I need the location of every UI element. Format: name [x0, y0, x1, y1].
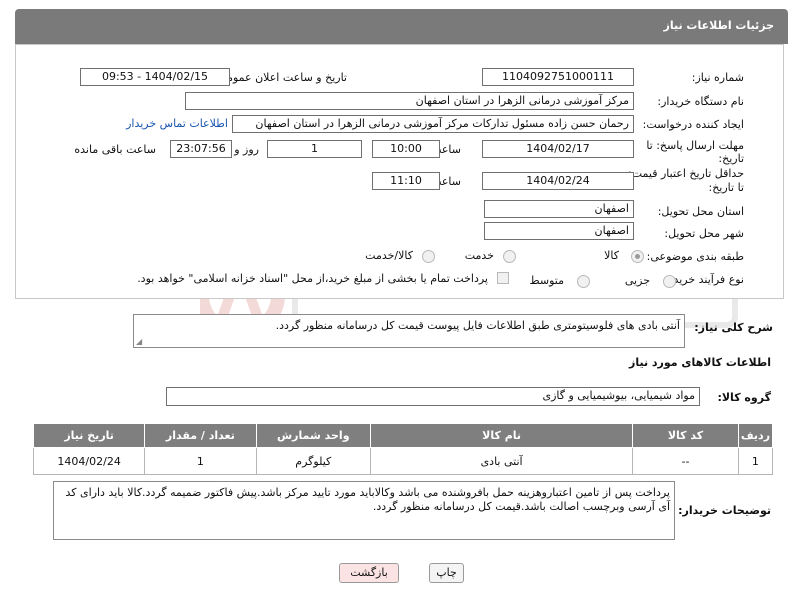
print-button[interactable]: چاپ	[429, 563, 464, 583]
cell-name: آنتی بادی	[370, 447, 634, 475]
cell-row: 1	[737, 447, 774, 475]
category-option-goods-service: کالا/خدمت	[365, 249, 413, 262]
goods-group-field: مواد شیمیایی، بیوشیمیایی و گازی	[166, 387, 700, 406]
category-option-goods: کالا	[604, 249, 619, 262]
description-textarea[interactable]: آنتی بادی های فلوسیتومتری طبق اطلاعات فا…	[133, 314, 685, 348]
days-field: 1	[267, 140, 362, 158]
deadline-time-field: 10:00	[372, 140, 440, 158]
process-radio-minor[interactable]	[663, 275, 676, 288]
process-option-minor: جزیی	[624, 274, 650, 287]
need-number-label: شماره نیاز:	[691, 71, 744, 84]
city-field: اصفهان	[484, 222, 634, 240]
creator-field: رحمان حسن زاده مسئول تدارکات مرکز آموزشی…	[232, 115, 634, 133]
payment-note: پرداخت تمام یا بخشی از مبلغ خرید،از محل …	[137, 272, 488, 285]
col-quantity: تعداد / مقدار	[144, 423, 257, 448]
goods-group-label: گروه کالا:	[717, 391, 771, 404]
col-name: نام کالا	[370, 423, 634, 448]
category-option-service: خدمت	[464, 249, 494, 262]
contact-info-link[interactable]: اطلاعات تماس خریدار	[126, 117, 228, 130]
goods-table-header: ردیف کد کالا نام کالا واحد شمارش تعداد /…	[32, 423, 774, 448]
process-option-medium: متوسط	[529, 274, 564, 287]
category-radio-service[interactable]	[503, 250, 516, 263]
cell-quantity: 1	[144, 447, 257, 475]
col-date: تاریخ نیاز	[32, 423, 146, 448]
buyer-notes-text: پرداخت پس از تامین اعتباروهزینه حمل بافر…	[65, 486, 670, 513]
process-radio-medium[interactable]	[577, 275, 590, 288]
buyer-org-field: مرکز آموزشی درمانی الزهرا در استان اصفها…	[185, 92, 634, 110]
col-unit: واحد شمارش	[255, 423, 372, 448]
creator-label: ایجاد کننده درخواست:	[642, 118, 744, 131]
cell-unit: کیلوگرم	[255, 447, 372, 475]
description-label: شرح کلی نیاز:	[694, 321, 773, 334]
city-label: شهر محل تحویل:	[664, 227, 744, 240]
description-text: آنتی بادی های فلوسیتومتری طبق اطلاعات فا…	[275, 319, 680, 332]
resize-handle-icon[interactable]: ◢	[136, 337, 142, 346]
process-label: نوع فرآیند خرید :	[666, 273, 744, 286]
deadline-label: مهلت ارسال پاسخ: تا	[646, 139, 744, 152]
remaining-time-field: 23:07:56	[170, 140, 232, 158]
announce-label: تاریخ و ساعت اعلان عمومی:	[214, 71, 347, 84]
days-label: روز و	[234, 143, 259, 156]
cell-code: --	[632, 447, 739, 475]
back-button[interactable]: بازگشت	[339, 563, 399, 583]
announce-field: 1404/02/15 - 09:53	[80, 68, 230, 86]
col-row: ردیف	[737, 423, 774, 448]
cell-date: 1404/02/24	[32, 447, 146, 475]
table-row: 1 -- آنتی بادی کیلوگرم 1 1404/02/24	[32, 447, 774, 475]
page-header: جزئیات اطلاعات نیاز	[15, 9, 788, 44]
goods-table: ردیف کد کالا نام کالا واحد شمارش تعداد /…	[32, 423, 774, 475]
remaining-label: ساعت باقی مانده	[74, 143, 156, 156]
buyer-notes-textarea[interactable]: پرداخت پس از تامین اعتباروهزینه حمل بافر…	[53, 481, 675, 540]
need-number-field: 1104092751000111	[482, 68, 634, 86]
category-radio-goods[interactable]	[631, 250, 644, 263]
province-label: استان محل تحویل:	[657, 205, 744, 218]
province-field: اصفهان	[484, 200, 634, 218]
page-title: جزئیات اطلاعات نیاز	[663, 19, 775, 32]
buyer-notes-label: توضیحات خریدار:	[678, 504, 771, 517]
treasury-payment-checkbox[interactable]	[497, 272, 509, 284]
min-validity-label-2: تا تاریخ:	[708, 181, 744, 194]
category-radio-goods-service[interactable]	[422, 250, 435, 263]
validity-time-field: 11:10	[372, 172, 440, 190]
category-label: طبقه بندی موضوعی:	[646, 250, 744, 263]
buyer-org-label: نام دستگاه خریدار:	[657, 95, 744, 108]
col-code: کد کالا	[632, 423, 739, 448]
deadline-date-field: 1404/02/17	[482, 140, 634, 158]
deadline-label-2: تاریخ:	[718, 152, 744, 165]
validity-date-field: 1404/02/24	[482, 172, 634, 190]
min-validity-label: حداقل تاریخ اعتبار قیمت:	[628, 167, 744, 180]
goods-section-title: اطلاعات کالاهای مورد نیاز	[629, 356, 771, 369]
